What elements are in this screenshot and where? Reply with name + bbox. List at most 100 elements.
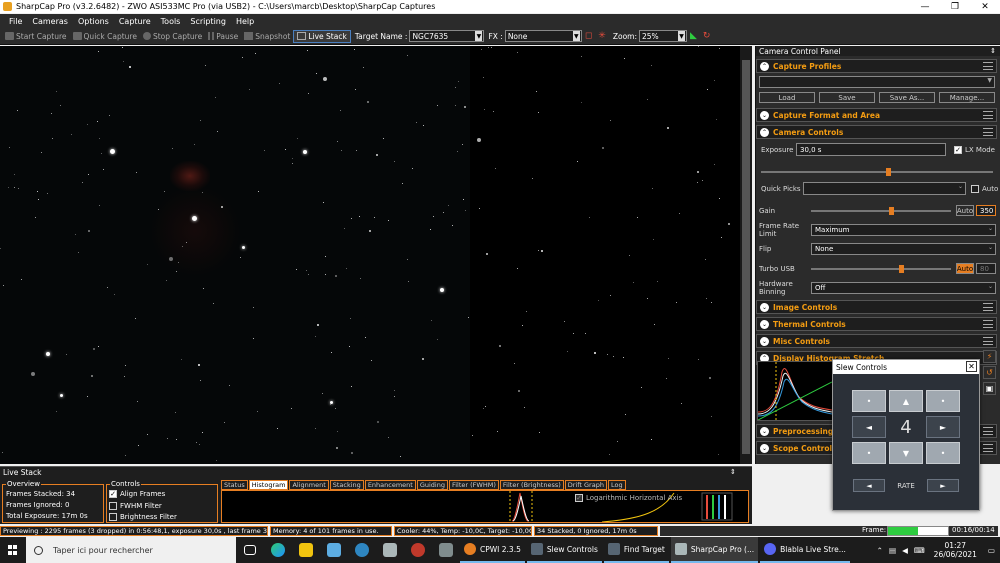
minimize-button[interactable]: — [910, 0, 940, 13]
menu-icon[interactable] [983, 337, 993, 345]
edge-icon[interactable] [264, 537, 292, 563]
profile-combo[interactable]: ▼ [759, 76, 995, 88]
pin-icon[interactable]: ⇕ [730, 468, 736, 476]
refresh-icon[interactable]: ↻ [700, 31, 714, 41]
slew-south-button[interactable]: ▼ [889, 442, 923, 464]
turbo-usb-auto-button[interactable]: Auto [956, 263, 974, 274]
turbo-usb-slider-knob[interactable] [899, 265, 904, 273]
stop-capture-button[interactable]: Stop Capture [140, 32, 205, 41]
task-sharpcap[interactable]: SharpCap Pro (... [670, 537, 759, 563]
app-chart-icon[interactable] [376, 537, 404, 563]
task-view-icon[interactable] [236, 537, 264, 563]
frame-rate-combo[interactable]: Maximum ⌄ [811, 224, 996, 236]
menu-icon[interactable] [983, 128, 993, 136]
section-capture-format[interactable]: ⌄ Capture Format and Area [756, 108, 997, 122]
tab-stacking[interactable]: Stacking [329, 480, 364, 490]
tab-status[interactable]: Status [221, 480, 248, 490]
menu-scripting[interactable]: Scripting [185, 17, 231, 26]
brightness-filter-checkbox[interactable] [109, 513, 117, 521]
slew-west-button[interactable]: ◄ [852, 416, 886, 438]
tab-filter-fwhm[interactable]: Filter (FWHM) [448, 480, 499, 490]
manage-button[interactable]: Manage... [939, 92, 995, 103]
network-icon[interactable]: ▤ [886, 546, 899, 555]
task-discord[interactable]: Blabla Live Stre... [760, 537, 850, 563]
section-misc-controls[interactable]: ⌄ Misc Controls [756, 334, 997, 348]
task-find-target[interactable]: Find Target [603, 537, 669, 563]
image-viewer[interactable] [0, 46, 752, 464]
section-capture-profiles[interactable]: ⌃ Capture Profiles [756, 59, 997, 73]
zoom-combo[interactable]: 25% ▼ [639, 30, 687, 42]
task-slew-controls[interactable]: Slew Controls [526, 537, 602, 563]
slew-close-button[interactable]: ✕ [966, 361, 977, 372]
live-stack-histogram[interactable]: ✓ Logarithmic Horizontal Axis [221, 490, 749, 523]
taskbar-search[interactable]: Taper ici pour rechercher [26, 537, 236, 563]
start-capture-button[interactable]: Start Capture [2, 32, 70, 41]
tab-drift-graph[interactable]: Drift Graph [564, 480, 607, 490]
log-axis-checkbox[interactable]: ✓ [575, 494, 583, 502]
menu-capture[interactable]: Capture [114, 17, 156, 26]
lx-mode-checkbox[interactable]: ✓ [954, 146, 962, 154]
volume-icon[interactable]: ◀ [899, 546, 911, 555]
quick-picks-combo[interactable]: ⌄ [803, 182, 966, 195]
app-star-icon[interactable] [432, 537, 460, 563]
menu-icon[interactable] [983, 444, 993, 452]
slew-east-button[interactable]: ► [926, 416, 960, 438]
live-stack-button[interactable]: Live Stack [293, 29, 351, 43]
crosshair-icon[interactable]: ✳ [595, 31, 609, 41]
file-explorer-icon[interactable] [292, 537, 320, 563]
slew-se-button[interactable]: • [926, 442, 960, 464]
flip-combo[interactable]: None ⌄ [811, 243, 996, 255]
pause-button[interactable]: Pause [205, 32, 241, 41]
menu-icon[interactable] [983, 111, 993, 119]
reticule-icon[interactable]: ◻ [582, 31, 595, 41]
keyboard-icon[interactable]: ⌨ [911, 546, 928, 555]
quick-picks-auto-checkbox[interactable] [971, 185, 979, 193]
target-name-combo[interactable]: NGC7635 ▼ [409, 30, 485, 42]
menu-icon[interactable] [983, 320, 993, 328]
slew-ne-button[interactable]: • [926, 390, 960, 412]
fwhm-filter-checkbox[interactable] [109, 502, 117, 510]
save-as-button[interactable]: Save As... [879, 92, 935, 103]
menu-help[interactable]: Help [231, 17, 259, 26]
section-camera-controls[interactable]: ⌃ Camera Controls [756, 125, 997, 139]
slew-north-button[interactable]: ▲ [889, 390, 923, 412]
slew-nw-button[interactable]: • [852, 390, 886, 412]
display-histogram[interactable] [757, 361, 833, 421]
close-button[interactable]: ✕ [970, 0, 1000, 13]
load-button[interactable]: Load [759, 92, 815, 103]
tab-alignment[interactable]: Alignment [289, 480, 329, 490]
tab-enhancement[interactable]: Enhancement [364, 480, 416, 490]
tab-guiding[interactable]: Guiding [416, 480, 448, 490]
save-icon[interactable]: ▣ [983, 382, 996, 395]
exposure-slider[interactable] [761, 168, 993, 176]
rate-decrease-button[interactable]: ◄ [853, 479, 885, 492]
tray-expand-icon[interactable]: ⌃ [874, 546, 886, 555]
exposure-input[interactable]: 30,0 s [796, 143, 946, 156]
gain-slider[interactable] [811, 207, 951, 215]
maximize-button[interactable]: ❐ [940, 0, 970, 13]
exposure-slider-knob[interactable] [886, 168, 891, 176]
pin-icon[interactable]: ⇕ [990, 47, 996, 55]
slew-sw-button[interactable]: • [852, 442, 886, 464]
binning-combo[interactable]: Off ⌄ [811, 282, 996, 294]
turbo-usb-slider[interactable] [811, 265, 951, 273]
notifications-icon[interactable]: ▭ [983, 546, 1000, 555]
fx-combo[interactable]: None ▼ [504, 30, 582, 42]
menu-icon[interactable] [983, 62, 993, 70]
task-cpwi[interactable]: CPWI 2.3.5 [460, 537, 525, 563]
reset-icon[interactable]: ↺ [983, 366, 996, 379]
app-c-icon[interactable] [348, 537, 376, 563]
lightning-icon[interactable]: ⚡ [983, 350, 996, 363]
menu-icon[interactable] [983, 427, 993, 435]
quick-capture-button[interactable]: Quick Capture [70, 32, 140, 41]
app-red-icon[interactable] [404, 537, 432, 563]
save-button[interactable]: Save [819, 92, 875, 103]
store-icon[interactable] [320, 537, 348, 563]
align-frames-checkbox[interactable]: ✓ [109, 490, 117, 498]
tab-filter-brightness[interactable]: Filter (Brightness) [499, 480, 564, 490]
snapshot-button[interactable]: Snapshot [241, 32, 293, 41]
tab-log[interactable]: Log [607, 480, 626, 490]
start-button[interactable] [0, 537, 26, 563]
tab-histogram[interactable]: Histogram [248, 480, 289, 490]
clock[interactable]: 01:27 26/06/2021 [928, 541, 983, 559]
